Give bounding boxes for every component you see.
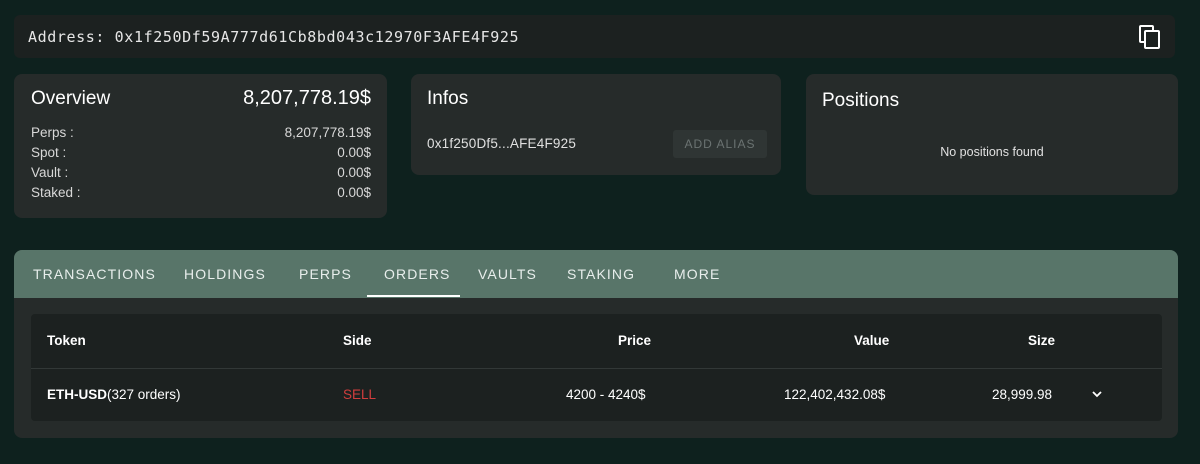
positions-card: Positions No positions found — [806, 74, 1178, 195]
address-text: Address: 0x1f250Df59A777d61Cb8bd043c1297… — [28, 27, 520, 46]
active-tab-indicator — [367, 295, 460, 297]
token-orders-count: (327 orders) — [107, 387, 181, 402]
overview-card: Overview 8,207,778.19$ Perps : Spot : Va… — [14, 74, 387, 218]
tab-perps[interactable]: PERPS — [299, 250, 352, 298]
positions-title: Positions — [822, 90, 900, 111]
overview-value-spot: 0.00$ — [337, 145, 371, 160]
overview-label-staked: Staked : — [31, 185, 81, 200]
header-value: Value — [854, 333, 890, 348]
header-side: Side — [343, 333, 372, 348]
infos-card: Infos 0x1f250Df5...AFE4F925 — [411, 74, 781, 175]
tab-transactions[interactable]: TRANSACTIONS — [33, 250, 156, 298]
tab-bar: TRANSACTIONS HOLDINGS PERPS ORDERS VAULT… — [14, 250, 1178, 298]
table-row-size: 28,999.98 — [992, 387, 1053, 402]
header-token: Token — [47, 333, 86, 348]
table-row-value: 122,402,432.08$ — [784, 387, 886, 402]
tab-holdings[interactable]: HOLDINGS — [184, 250, 266, 298]
tab-orders[interactable]: ORDERS — [384, 250, 451, 298]
overview-value-vault: 0.00$ — [337, 165, 371, 180]
tab-vaults[interactable]: VAULTS — [478, 250, 537, 298]
overview-total: 8,207,778.19$ — [243, 87, 371, 109]
row-divider — [31, 368, 1162, 369]
table-row-token: ETH-USD(327 orders) — [47, 387, 181, 402]
orders-table: Token Side Price Value Size ETH-USD(327 … — [31, 314, 1162, 421]
positions-empty-text: No positions found — [940, 145, 1044, 159]
overview-values: 8,207,778.19$ 0.00$ 0.00$ 0.00$ — [285, 123, 371, 203]
overview-label-perps: Perps : — [31, 125, 74, 140]
tab-more[interactable]: MORE — [674, 250, 720, 298]
short-address: 0x1f250Df5...AFE4F925 — [427, 136, 577, 151]
overview-labels: Perps : Spot : Vault : Staked : — [31, 123, 81, 203]
tab-staking[interactable]: STAKING — [567, 250, 635, 298]
copy-icon[interactable] — [1139, 25, 1161, 49]
header-size: Size — [1028, 333, 1056, 348]
overview-value-perps: 8,207,778.19$ — [284, 125, 371, 140]
token-symbol: ETH-USD — [47, 387, 107, 402]
header-price: Price — [618, 333, 652, 348]
orders-panel: TRANSACTIONS HOLDINGS PERPS ORDERS VAULT… — [14, 250, 1178, 438]
overview-title: Overview — [31, 88, 111, 109]
table-row-side: SELL — [343, 387, 377, 402]
overview-label-spot: Spot : — [31, 145, 67, 160]
add-alias-button[interactable]: ADD ALIAS — [673, 130, 767, 158]
overview-label-vault: Vault : — [31, 165, 69, 180]
overview-value-staked: 0.00$ — [337, 185, 371, 200]
infos-title: Infos — [427, 88, 469, 109]
chevron-down-icon[interactable] — [1091, 387, 1103, 399]
address-bar: Address: 0x1f250Df59A777d61Cb8bd043c1297… — [14, 15, 1175, 58]
table-row-price: 4200 - 4240$ — [566, 387, 646, 402]
